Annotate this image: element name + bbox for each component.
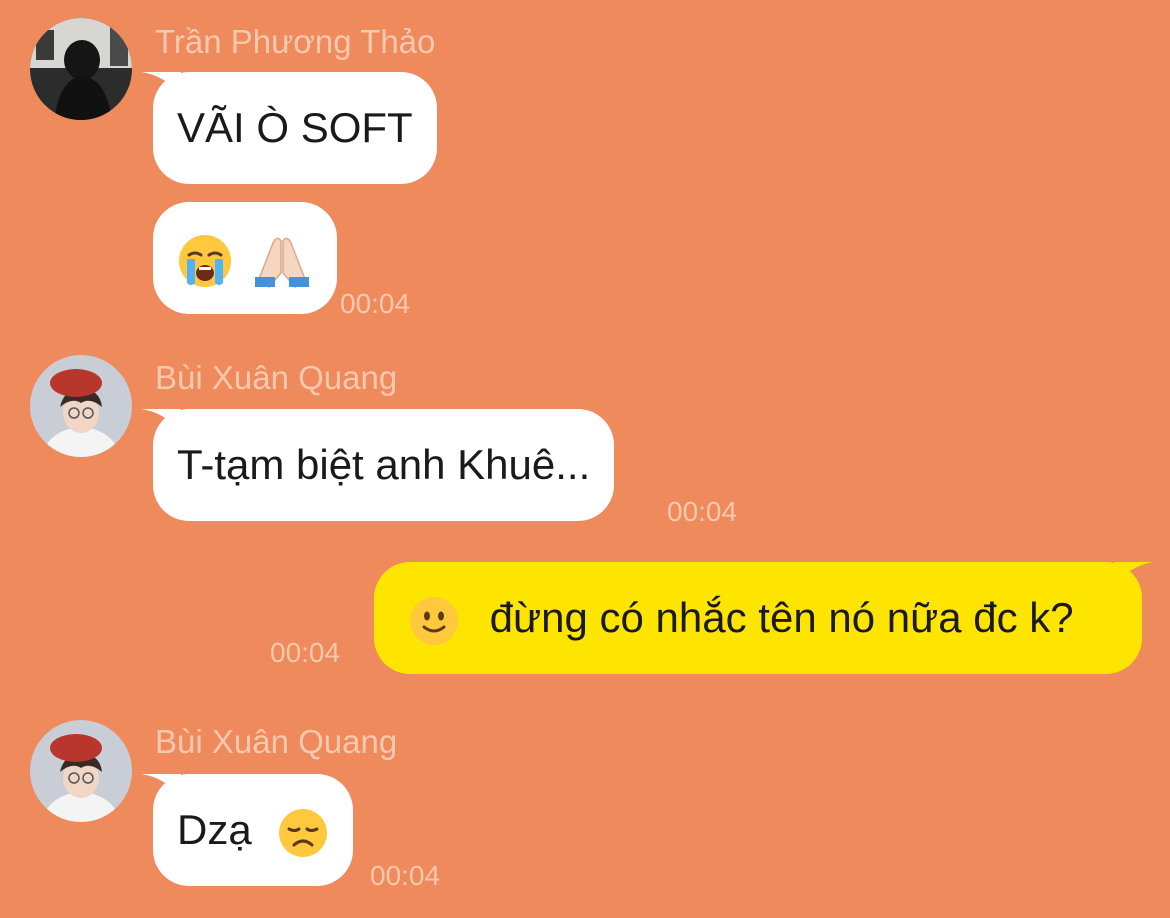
message-text: VÃI Ò SOFT (177, 104, 413, 151)
message-bubble[interactable]: Dzạ (141, 774, 354, 886)
disappointed-face-icon (277, 807, 329, 859)
sender-name: Bùi Xuân Quang (155, 723, 398, 760)
avatar-tran-phuong-thao[interactable] (30, 18, 132, 120)
message-text: T-tạm biệt anh Khuê... (177, 441, 591, 488)
message-bubble[interactable] (153, 202, 337, 314)
message-timestamp: 00:04 (370, 860, 441, 891)
message-bubble[interactable]: T-tạm biệt anh Khuê... (141, 409, 615, 521)
message-timestamp: 00:04 (270, 637, 341, 668)
message-text: đừng có nhắc tên nó nữa đc k? (489, 594, 1074, 641)
avatar-bui-xuan-quang[interactable] (30, 355, 132, 457)
avatar-bui-xuan-quang[interactable] (30, 720, 132, 822)
message-text: Dzạ (177, 806, 252, 853)
message-bubble[interactable]: VÃI Ò SOFT (141, 72, 437, 184)
loudly-crying-face-icon (177, 233, 233, 289)
message-timestamp: 00:04 (667, 496, 738, 527)
bubble-tail (141, 409, 181, 431)
slightly-smiling-face-icon (408, 595, 460, 647)
sender-name: Trần Phương Thảo (155, 23, 436, 60)
bubble-tail (141, 72, 181, 94)
message-timestamp: 00:04 (340, 288, 411, 319)
outgoing-message-bubble[interactable]: đừng có nhắc tên nó nữa đc k? (374, 562, 1154, 674)
folded-hands-icon (251, 233, 313, 289)
bubble-tail (141, 774, 181, 796)
sender-name: Bùi Xuân Quang (155, 359, 398, 396)
bubble-tail (1114, 562, 1154, 584)
